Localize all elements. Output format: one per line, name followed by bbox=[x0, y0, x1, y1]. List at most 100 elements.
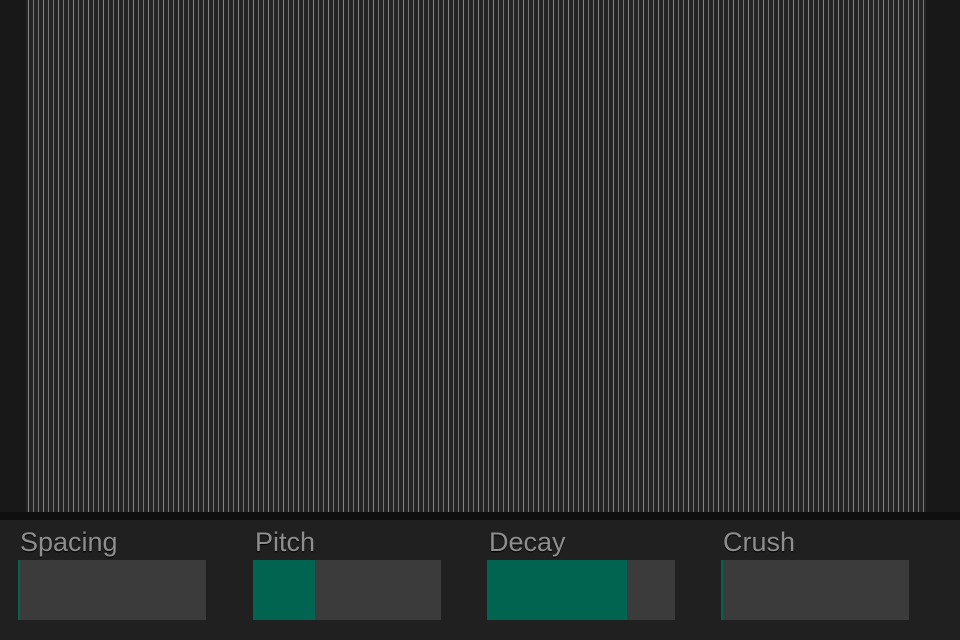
string-line bbox=[618, 0, 619, 512]
string-line bbox=[598, 0, 599, 512]
string-line bbox=[698, 0, 699, 512]
string-line bbox=[358, 0, 359, 512]
string-line bbox=[308, 0, 309, 512]
pitch-slider-fill bbox=[253, 560, 315, 620]
string-line bbox=[558, 0, 559, 512]
string-line bbox=[238, 0, 239, 512]
string-line bbox=[753, 0, 754, 512]
string-line bbox=[353, 0, 354, 512]
string-line bbox=[263, 0, 264, 512]
string-line bbox=[733, 0, 734, 512]
string-line bbox=[768, 0, 769, 512]
string-line bbox=[713, 0, 714, 512]
string-line bbox=[293, 0, 294, 512]
string-line bbox=[173, 0, 174, 512]
string-line bbox=[903, 0, 904, 512]
string-line bbox=[88, 0, 89, 512]
string-line bbox=[338, 0, 339, 512]
string-line bbox=[543, 0, 544, 512]
string-line bbox=[198, 0, 199, 512]
string-line bbox=[593, 0, 594, 512]
string-line bbox=[378, 0, 379, 512]
string-line bbox=[53, 0, 54, 512]
string-line bbox=[113, 0, 114, 512]
string-line bbox=[213, 0, 214, 512]
pitch-slider[interactable] bbox=[253, 560, 441, 620]
string-line bbox=[128, 0, 129, 512]
string-line bbox=[533, 0, 534, 512]
string-line bbox=[318, 0, 319, 512]
string-line bbox=[833, 0, 834, 512]
string-line bbox=[883, 0, 884, 512]
string-line bbox=[503, 0, 504, 512]
spacing-slider-fill bbox=[18, 560, 20, 620]
string-line bbox=[248, 0, 249, 512]
string-line bbox=[418, 0, 419, 512]
string-line bbox=[723, 0, 724, 512]
string-line bbox=[168, 0, 169, 512]
string-line bbox=[423, 0, 424, 512]
string-line bbox=[893, 0, 894, 512]
string-line bbox=[433, 0, 434, 512]
string-line bbox=[153, 0, 154, 512]
strings-field[interactable] bbox=[26, 0, 926, 512]
string-line bbox=[493, 0, 494, 512]
string-line bbox=[863, 0, 864, 512]
string-line bbox=[413, 0, 414, 512]
string-line bbox=[178, 0, 179, 512]
string-line bbox=[383, 0, 384, 512]
string-line bbox=[138, 0, 139, 512]
string-line bbox=[573, 0, 574, 512]
string-line bbox=[923, 0, 924, 512]
crush-label: Crush bbox=[723, 527, 796, 557]
string-line bbox=[453, 0, 454, 512]
string-line bbox=[373, 0, 374, 512]
string-line bbox=[628, 0, 629, 512]
string-line bbox=[848, 0, 849, 512]
string-line bbox=[908, 0, 909, 512]
string-line bbox=[28, 0, 29, 512]
string-line bbox=[408, 0, 409, 512]
crush-control: Crush bbox=[721, 520, 911, 640]
string-line bbox=[678, 0, 679, 512]
string-line bbox=[918, 0, 919, 512]
string-line bbox=[218, 0, 219, 512]
string-line bbox=[683, 0, 684, 512]
string-line bbox=[468, 0, 469, 512]
decay-slider[interactable] bbox=[487, 560, 675, 620]
string-line bbox=[188, 0, 189, 512]
string-line bbox=[868, 0, 869, 512]
string-line bbox=[898, 0, 899, 512]
string-line bbox=[463, 0, 464, 512]
string-line bbox=[343, 0, 344, 512]
string-line bbox=[38, 0, 39, 512]
crush-slider[interactable] bbox=[721, 560, 909, 620]
string-line bbox=[748, 0, 749, 512]
string-line bbox=[888, 0, 889, 512]
string-line bbox=[478, 0, 479, 512]
string-line bbox=[578, 0, 579, 512]
string-line bbox=[398, 0, 399, 512]
string-line bbox=[63, 0, 64, 512]
string-line bbox=[538, 0, 539, 512]
spacing-control: Spacing bbox=[18, 520, 208, 640]
string-line bbox=[43, 0, 44, 512]
string-line bbox=[643, 0, 644, 512]
string-line bbox=[778, 0, 779, 512]
decay-slider-fill bbox=[487, 560, 627, 620]
string-line bbox=[783, 0, 784, 512]
spacing-slider[interactable] bbox=[18, 560, 206, 620]
string-line bbox=[568, 0, 569, 512]
string-line bbox=[163, 0, 164, 512]
string-line bbox=[273, 0, 274, 512]
string-line bbox=[508, 0, 509, 512]
string-line bbox=[708, 0, 709, 512]
string-line bbox=[323, 0, 324, 512]
string-line bbox=[203, 0, 204, 512]
string-line bbox=[798, 0, 799, 512]
string-line bbox=[718, 0, 719, 512]
string-line bbox=[623, 0, 624, 512]
string-line bbox=[393, 0, 394, 512]
string-line bbox=[653, 0, 654, 512]
string-line bbox=[853, 0, 854, 512]
